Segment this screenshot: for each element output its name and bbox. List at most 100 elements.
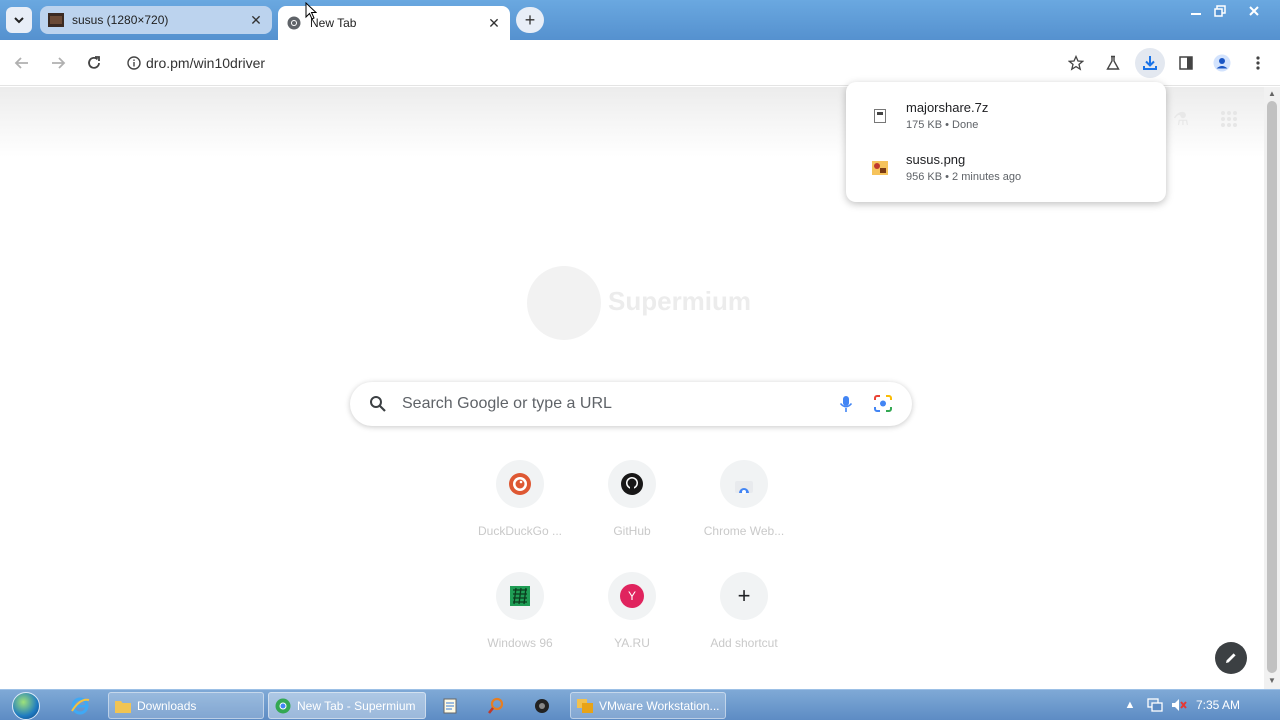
scroll-up-icon[interactable]: ▲ <box>1268 90 1276 98</box>
title-bar: susus (1280×720) ✕ New Tab ✕ + <box>0 0 1280 40</box>
github-icon <box>621 473 643 495</box>
reload-icon <box>88 56 100 69</box>
start-button[interactable] <box>8 690 44 721</box>
download-filename: majorshare.7z <box>906 100 989 115</box>
plus-icon: + <box>737 583 751 608</box>
minimize-icon <box>1191 13 1201 15</box>
scrollbar-thumb[interactable] <box>1267 101 1277 673</box>
shortcut-name: Add shortcut <box>710 636 778 650</box>
forward-button[interactable] <box>43 48 73 78</box>
ya-ru-icon: Y <box>620 584 644 608</box>
taskbar-button-vmware[interactable]: VMware Workstation... <box>570 692 726 719</box>
taskbar-button-label: Downloads <box>137 698 197 713</box>
volume-muted-icon[interactable] <box>1170 696 1188 714</box>
tab-title: susus (1280×720) <box>72 13 169 27</box>
downloads-button[interactable] <box>1135 48 1165 78</box>
taskbar-pin-app[interactable] <box>524 692 560 719</box>
arrow-right-icon <box>52 57 66 69</box>
ntp-logo-icon <box>527 266 601 340</box>
close-window-button[interactable] <box>1240 2 1268 20</box>
chrome-favicon-icon <box>286 15 302 31</box>
side-panel-button[interactable] <box>1171 48 1201 78</box>
reload-button[interactable] <box>79 48 109 78</box>
shortcut-ya-ru[interactable]: Y YA.RU <box>576 572 688 672</box>
shortcut-tile <box>496 572 544 620</box>
address-text: dro.pm/win10driver <box>146 55 266 71</box>
shortcut-tile <box>608 460 656 508</box>
shortcut-windows-96[interactable]: Windows 96 <box>464 572 576 672</box>
ntp-logo-text: Supermium <box>608 286 752 316</box>
dark-circle-icon <box>535 698 549 713</box>
shortcut-tile <box>496 460 544 508</box>
google-lens-icon[interactable] <box>872 394 894 414</box>
notepad-icon <box>443 698 457 713</box>
network-icon[interactable] <box>1146 696 1164 714</box>
page-scrollbar[interactable]: ▲ ▼ <box>1264 87 1280 689</box>
bookmark-button[interactable] <box>1061 48 1091 78</box>
avatar-icon <box>1213 54 1231 72</box>
tab-close-icon[interactable]: ✕ <box>246 10 266 30</box>
scroll-down-icon[interactable]: ▼ <box>1268 677 1276 685</box>
tray-expand-icon[interactable]: ▲ <box>1124 696 1136 714</box>
tab-susus[interactable]: susus (1280×720) ✕ <box>40 6 272 34</box>
shortcut-github[interactable]: GitHub <box>576 460 688 560</box>
folder-icon <box>115 698 131 714</box>
search-placeholder: Search Google or type a URL <box>402 395 612 412</box>
download-status: 956 KB • 2 minutes ago <box>906 171 1022 183</box>
mouse-cursor-icon <box>305 2 317 20</box>
add-shortcut-button[interactable]: + Add shortcut <box>688 572 800 672</box>
chrome-web-store-icon <box>735 481 753 494</box>
ntp-search-box[interactable]: Search Google or type a URL <box>350 382 912 426</box>
restore-icon <box>1214 5 1226 17</box>
vmware-icon <box>577 698 593 714</box>
arrow-left-icon <box>14 57 28 69</box>
shortcut-chrome-web-store[interactable]: Chrome Web... <box>688 460 800 560</box>
new-tab-button[interactable]: + <box>516 7 544 33</box>
site-info-icon[interactable] <box>126 55 142 71</box>
browser-toolbar: dro.pm/win10driver <box>0 40 1280 86</box>
taskbar-button-supermium[interactable]: New Tab - Supermium <box>268 692 426 719</box>
shortcut-name: Windows 96 <box>487 636 553 650</box>
taskbar-pin-search[interactable] <box>478 692 514 719</box>
star-icon <box>1068 55 1084 71</box>
download-filename: susus.png <box>906 152 966 167</box>
shortcut-tile: + <box>720 572 768 620</box>
image-favicon-icon <box>48 12 64 28</box>
profile-button[interactable] <box>1207 48 1237 78</box>
shortcut-duckduckgo[interactable]: DuckDuckGo ... <box>464 460 576 560</box>
download-icon <box>1143 56 1157 70</box>
labs-button[interactable] <box>1098 48 1128 78</box>
shortcut-name: DuckDuckGo ... <box>477 524 563 538</box>
shortcut-name: GitHub <box>613 524 651 538</box>
address-bar[interactable]: dro.pm/win10driver <box>116 46 1106 80</box>
taskbar-pin-ie[interactable] <box>62 692 98 719</box>
windows-orb-icon <box>12 691 40 720</box>
tab-title: New Tab <box>310 16 357 30</box>
flask-icon <box>1106 55 1120 70</box>
microphone-icon[interactable] <box>836 394 856 414</box>
apps-grid-icon[interactable] <box>1218 108 1240 130</box>
shortcut-name: Chrome Web... <box>703 524 785 538</box>
taskbar-button-downloads[interactable]: Downloads <box>108 692 264 719</box>
image-file-icon <box>872 160 888 176</box>
labs-icon[interactable]: ⚗ <box>1170 108 1192 130</box>
menu-button[interactable] <box>1243 48 1273 78</box>
pencil-icon <box>1226 653 1236 663</box>
shortcut-tile: Y <box>608 572 656 620</box>
taskbar-clock[interactable]: 7:35 AM <box>1196 698 1240 712</box>
shortcut-name: YA.RU <box>614 636 650 650</box>
taskbar-pin-notepad[interactable] <box>432 692 468 719</box>
downloads-bubble: majorshare.7z 175 KB • Done susus.png 95… <box>846 82 1166 202</box>
customize-button[interactable] <box>1215 642 1247 674</box>
download-item[interactable]: majorshare.7z 175 KB • Done <box>846 100 1166 148</box>
restore-button[interactable] <box>1206 2 1234 20</box>
download-status: 175 KB • Done <box>906 119 979 131</box>
internet-explorer-icon <box>71 697 90 714</box>
tab-close-icon[interactable]: ✕ <box>484 13 504 33</box>
tab-search-button[interactable] <box>6 7 32 33</box>
back-button[interactable] <box>7 48 37 78</box>
archive-file-icon <box>872 108 888 124</box>
chevron-down-icon <box>14 17 24 24</box>
download-item[interactable]: susus.png 956 KB • 2 minutes ago <box>846 152 1166 200</box>
taskbar-button-label: VMware Workstation... <box>599 698 720 713</box>
